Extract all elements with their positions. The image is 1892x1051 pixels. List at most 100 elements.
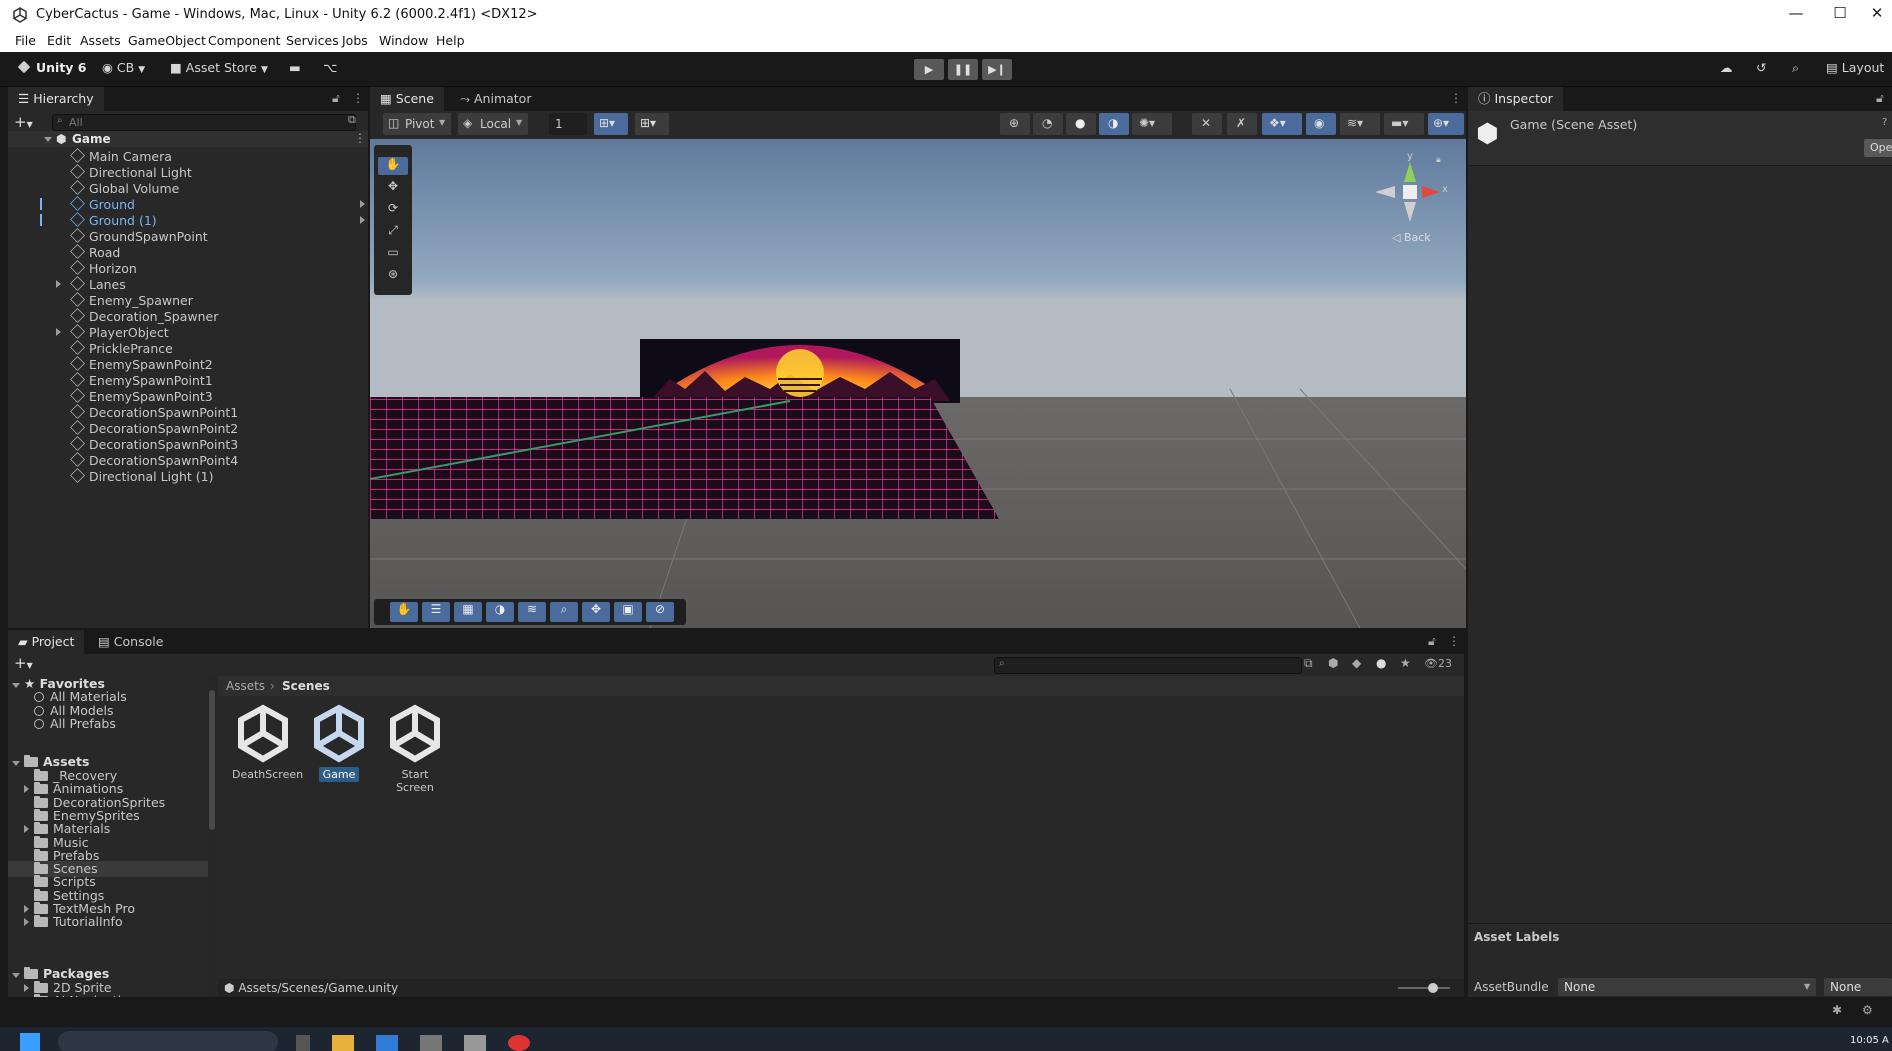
play-button[interactable]: ▶ [914, 59, 944, 80]
breadcrumb-assets[interactable]: Assets [226, 679, 265, 693]
tab-console[interactable]: ▤ Console [88, 630, 173, 654]
shaded-button[interactable]: ● [1066, 113, 1096, 135]
zoom-icon[interactable]: ⌕ [550, 602, 578, 622]
compass-icon[interactable]: ⊘ [646, 602, 674, 622]
scene-root-row[interactable]: ⬢ Game ⋮ [8, 131, 368, 147]
expand-arrow-icon[interactable] [24, 918, 29, 927]
hierarchy-item[interactable]: EnemySpawnPoint1 [8, 372, 368, 388]
chevron-right-icon[interactable] [360, 200, 365, 208]
hierarchy-item[interactable]: Ground [8, 196, 368, 212]
view-label[interactable]: ◁ Back [1392, 231, 1431, 244]
hierarchy-item[interactable]: DecorationSpawnPoint1 [8, 404, 368, 420]
breadcrumb-scenes[interactable]: Scenes [282, 679, 330, 693]
debug-icon[interactable]: ✱ [1832, 1003, 1842, 1017]
expand-arrow-icon[interactable] [24, 905, 29, 913]
hierarchy-item[interactable]: EnemySpawnPoint3 [8, 388, 368, 404]
layers-overlay-icon[interactable]: ≋ [518, 602, 546, 622]
expand-arrow-icon[interactable] [12, 683, 20, 688]
file-explorer-icon[interactable] [332, 1035, 354, 1051]
unity-hub-icon[interactable] [420, 1035, 442, 1051]
transform-tool-icon[interactable]: ⊛ [378, 267, 408, 285]
more-options-icon[interactable]: ⋮ [1448, 634, 1460, 648]
hierarchy-item[interactable]: Ground (1) [8, 212, 368, 228]
windows-start-icon[interactable] [20, 1033, 40, 1051]
layers-visibility-dropdown[interactable]: ❖▾ [1262, 113, 1302, 135]
favorite-item[interactable]: All Prefabs [34, 716, 116, 732]
expand-arrow-icon[interactable] [12, 973, 20, 978]
filter-type-icon[interactable]: ⬢ [1328, 656, 1338, 670]
folder-item[interactable]: TutorialInfo [8, 914, 208, 930]
lock-icon[interactable]: 🔒︎ [1436, 155, 1441, 165]
hierarchy-item[interactable]: EnemySpawnPoint2 [8, 356, 368, 372]
rotate-tool-icon[interactable]: ⟳ [378, 201, 408, 219]
lock-icon[interactable]: 🔓︎ [1428, 634, 1436, 649]
history-icon[interactable]: ↺ [1756, 60, 1766, 75]
favorite-star-icon[interactable]: ★ [1400, 656, 1411, 670]
asset-tile[interactable]: DeathScreen [228, 704, 303, 782]
tab-inspector[interactable]: ⓘ Inspector [1468, 87, 1563, 111]
menu-help[interactable]: Help [436, 33, 465, 48]
hierarchy-item[interactable]: DecorationSpawnPoint3 [8, 436, 368, 452]
notification-icon[interactable]: ⚙ [1862, 1003, 1873, 1017]
hierarchy-search-input[interactable]: ⌕ All [52, 114, 356, 131]
pan-icon[interactable]: ✥ [582, 602, 610, 622]
hidden-packages-counter[interactable]: 👁︎23 [1424, 657, 1452, 670]
more-options-icon[interactable]: ⋮ [352, 91, 364, 105]
settings-sliders-icon[interactable]: ☰ [422, 602, 450, 622]
scrollbar-thumb[interactable] [209, 690, 215, 830]
orientation-gizmo[interactable]: y x 🔒︎ ◁ Back [1370, 151, 1450, 247]
hierarchy-item[interactable]: Decoration_Spawner [8, 308, 368, 324]
hierarchy-item[interactable]: Main Camera [8, 148, 368, 164]
increment-snap-button[interactable]: ⊞▾ [635, 113, 669, 135]
menu-gameobject[interactable]: GameObject [128, 33, 206, 48]
package-item[interactable]: AI Navigation [8, 993, 208, 997]
toggle-icon[interactable]: ▬ [289, 60, 301, 75]
tab-hierarchy[interactable]: ☰ Hierarchy [8, 87, 104, 111]
hierarchy-item[interactable]: Directional Light (1) [8, 468, 368, 484]
menu-edit[interactable]: Edit [47, 33, 71, 48]
tab-animator[interactable]: ⤳ Animator [450, 87, 541, 111]
hierarchy-item[interactable]: PlayerObject [8, 324, 368, 340]
tab-scene[interactable]: ▦ Scene [370, 87, 444, 111]
effects-dropdown[interactable]: ✺▾ [1132, 113, 1172, 135]
unity-editor-icon[interactable] [464, 1035, 486, 1051]
camera-dropdown[interactable]: ▬▾ [1384, 113, 1424, 135]
browser-icon[interactable] [508, 1035, 530, 1051]
hierarchy-item[interactable]: DecorationSpawnPoint4 [8, 452, 368, 468]
audio-toggle[interactable]: ✕ [1192, 113, 1222, 135]
layout-dropdown[interactable]: ▤ Layout [1826, 60, 1884, 75]
menu-assets[interactable]: Assets [80, 33, 121, 48]
tab-project[interactable]: ▰ Project [8, 630, 85, 654]
maximize-button[interactable]: ☐ [1820, 4, 1860, 26]
scene-viewport[interactable]: ✋ ✥ ⟳ ⤢ ▭ ⊛ y x 🔒︎ ◁ Back ✋ ☰ ▦ ◑ ≋ ⌕ ✥ … [370, 139, 1466, 628]
expand-arrow-icon[interactable] [44, 137, 52, 142]
assetbundle-dropdown[interactable]: None ▼ [1558, 978, 1816, 996]
asset-store-button[interactable]: ■ Asset Store ▼ [170, 60, 268, 75]
gizmos-dropdown[interactable]: ⊕▾ [1428, 113, 1464, 135]
move-tool-icon[interactable]: ✥ [378, 179, 408, 197]
asset-tile[interactable]: Game [304, 704, 374, 782]
expand-arrow-icon[interactable] [56, 280, 61, 288]
hierarchy-item[interactable]: Enemy_Spawner [8, 292, 368, 308]
slider-thumb[interactable] [1428, 983, 1438, 993]
expand-arrow-icon[interactable] [24, 984, 29, 992]
hierarchy-item[interactable]: Lanes [8, 276, 368, 292]
rect-tool-icon[interactable]: ▭ [378, 245, 408, 263]
account-button[interactable]: ◉ CB ▼ [102, 60, 145, 75]
variant-dropdown[interactable]: None [1824, 978, 1892, 996]
tools-toggle[interactable]: ✗ [1227, 113, 1257, 135]
hierarchy-item[interactable]: Global Volume [8, 180, 368, 196]
lock-icon[interactable]: 🔓︎ [332, 91, 340, 106]
draw-mode-icon[interactable]: ◑ [486, 602, 514, 622]
wireframe-button[interactable]: ◔ [1033, 113, 1063, 135]
hierarchy-item[interactable]: PricklePrance [8, 340, 368, 356]
scale-tool-icon[interactable]: ⤢ [378, 223, 408, 241]
visibility-toggle[interactable]: ◉ [1306, 113, 1336, 135]
more-options-icon[interactable]: ⋮ [354, 131, 366, 145]
icon-size-slider[interactable] [1398, 983, 1450, 993]
help-icon[interactable]: ? [1882, 117, 1887, 128]
hand-tool-icon[interactable]: ✋ [378, 157, 408, 175]
app-icon[interactable] [296, 1035, 310, 1051]
pause-button[interactable]: ❚❚ [948, 59, 978, 80]
grid-snap-button[interactable]: ⊞▾ [594, 113, 628, 135]
